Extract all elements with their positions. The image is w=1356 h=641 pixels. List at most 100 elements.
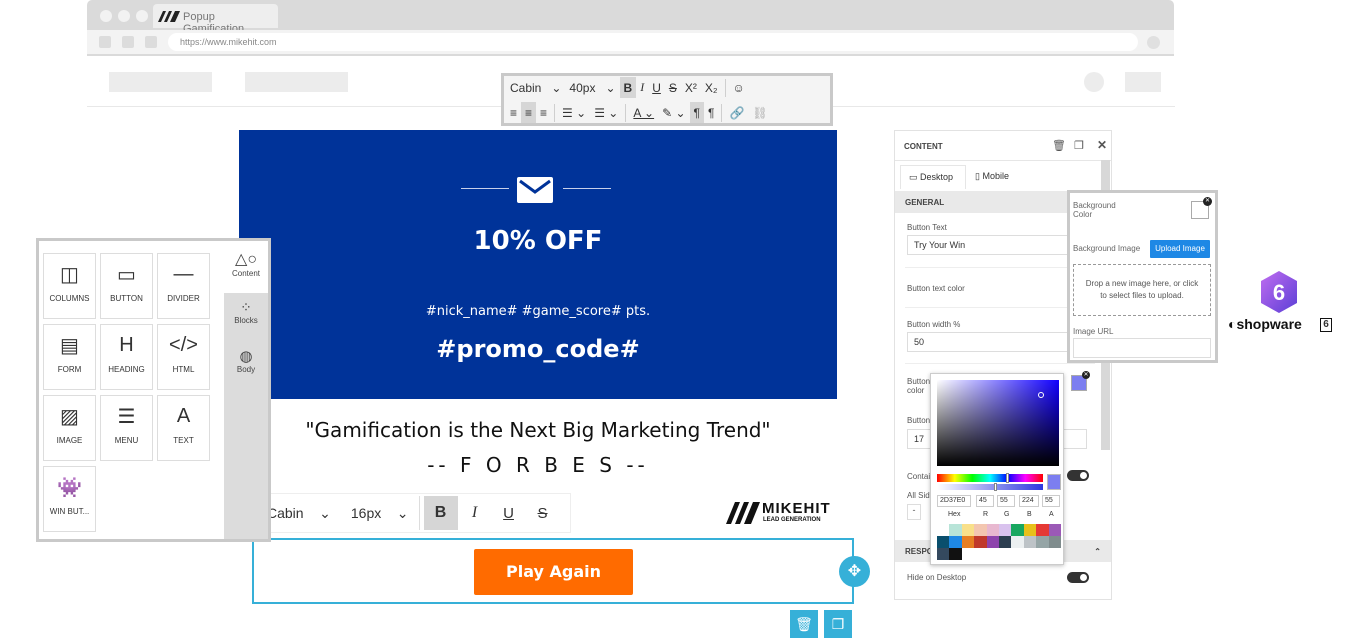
saturation-area[interactable]	[937, 380, 1059, 466]
color-swatch[interactable]	[961, 524, 975, 536]
align-center-icon[interactable]: ≡	[521, 102, 537, 123]
block-image[interactable]: ▨ IMAGE	[43, 395, 96, 461]
italic-icon[interactable]: I	[636, 77, 648, 98]
alpha-slider[interactable]	[937, 483, 1043, 491]
back-icon[interactable]	[99, 36, 111, 48]
hide-desktop-toggle[interactable]	[1067, 572, 1089, 583]
tab-desktop[interactable]: ▭ Desktop	[900, 165, 966, 189]
link-icon[interactable]: 🔗	[725, 102, 748, 123]
play-again-button[interactable]: Play Again	[474, 549, 633, 595]
superscript-icon[interactable]: X²	[681, 77, 701, 98]
trash-icon[interactable]: 🗑	[1052, 139, 1066, 152]
bullet-list-icon[interactable]: ☰ ⌄	[558, 102, 590, 123]
duplicate-icon[interactable]: ❐	[824, 610, 852, 638]
block-button[interactable]: ▭ BUTTON	[100, 253, 153, 319]
clear-bg-icon[interactable]: ✕	[1203, 197, 1212, 206]
align-right-icon[interactable]: ≡	[536, 102, 551, 123]
forward-icon[interactable]	[122, 36, 134, 48]
strikethrough-icon[interactable]: S	[665, 77, 681, 98]
color-swatch[interactable]	[998, 524, 1012, 536]
contain-toggle[interactable]	[1067, 470, 1089, 481]
italic-icon[interactable]: I	[458, 504, 492, 522]
ltr-icon[interactable]: ¶	[689, 102, 704, 123]
hue-slider[interactable]	[937, 473, 1043, 483]
copy-icon[interactable]: ❐	[1074, 139, 1084, 152]
close-icon[interactable]: ✕	[1097, 138, 1107, 152]
r-input[interactable]: 45	[976, 495, 994, 507]
window-close-dot[interactable]	[100, 10, 112, 22]
color-swatch[interactable]	[937, 536, 950, 548]
color-swatch[interactable]	[937, 524, 950, 536]
tab-blocks[interactable]: ⁘ Blocks	[224, 299, 268, 325]
minus-stepper[interactable]: -	[907, 504, 921, 520]
block-html[interactable]: </> HTML	[157, 324, 210, 390]
font-select[interactable]: Cabin ⌄	[506, 77, 565, 98]
block-win-but[interactable]: 👾 WIN BUT...	[43, 466, 96, 532]
color-swatch[interactable]	[1011, 536, 1024, 548]
align-left-icon[interactable]: ≡	[506, 102, 521, 123]
color-swatch[interactable]	[1023, 524, 1037, 536]
color-swatch[interactable]	[937, 548, 950, 560]
rtl-icon[interactable]: ¶	[704, 102, 718, 123]
color-swatch[interactable]	[1036, 524, 1049, 536]
clear-color-icon[interactable]: ✕	[1082, 371, 1090, 379]
emoji-icon[interactable]: ☺	[729, 77, 749, 98]
block-menu[interactable]: ☰ MENU	[100, 395, 153, 461]
tab-body[interactable]: ◍ Body	[224, 347, 268, 374]
browser-tab[interactable]: Popup Gamification	[153, 4, 278, 35]
upload-image-button[interactable]: Upload Image	[1150, 240, 1210, 258]
color-swatch[interactable]	[974, 524, 987, 536]
tab-mobile[interactable]: ▯ Mobile	[975, 171, 1009, 182]
color-swatch[interactable]	[986, 536, 999, 548]
highlight-icon[interactable]: ✎ ⌄	[658, 102, 689, 123]
alpha-handle[interactable]	[994, 483, 997, 491]
text-color-icon[interactable]: A ⌄	[629, 102, 658, 123]
color-swatch[interactable]	[986, 524, 999, 536]
bold-icon[interactable]: B	[619, 77, 637, 98]
b-input[interactable]: 224	[1019, 495, 1039, 507]
tab-content[interactable]: △○ Content	[224, 241, 268, 293]
block-text[interactable]: A TEXT	[157, 395, 210, 461]
window-minimize-dot[interactable]	[118, 10, 130, 22]
block-divider[interactable]: — DIVIDER	[157, 253, 210, 319]
a-input[interactable]: 55	[1042, 495, 1060, 507]
color-cursor[interactable]	[1038, 392, 1044, 398]
color-swatch[interactable]	[1011, 524, 1024, 536]
underline-icon[interactable]: U	[648, 77, 665, 98]
hex-input[interactable]: 2D37E0	[937, 495, 971, 507]
bold-icon[interactable]: B	[423, 496, 458, 530]
color-swatch[interactable]	[1048, 524, 1061, 536]
button-block-selected[interactable]: Play Again	[252, 538, 854, 604]
size-select[interactable]: 16px ⌄	[341, 505, 419, 522]
hue-handle[interactable]	[1006, 473, 1009, 483]
button-text-input[interactable]: Try Your Win	[907, 235, 1075, 255]
block-form[interactable]: ▤ FORM	[43, 324, 96, 390]
color-swatch[interactable]	[974, 536, 987, 548]
g-input[interactable]: 55	[997, 495, 1015, 507]
color-swatch[interactable]	[1023, 536, 1037, 548]
color-swatch[interactable]	[961, 548, 975, 560]
numbered-list-icon[interactable]: ☰ ⌄	[590, 102, 622, 123]
underline-icon[interactable]: U	[492, 505, 526, 522]
color-swatch[interactable]	[949, 548, 962, 560]
color-swatch[interactable]	[961, 536, 975, 548]
color-swatch[interactable]	[1036, 536, 1049, 548]
color-swatch[interactable]	[998, 536, 1012, 548]
reload-icon[interactable]	[145, 36, 157, 48]
color-swatch[interactable]	[949, 524, 962, 536]
unlink-icon[interactable]: ⛓	[748, 102, 771, 123]
url-bar[interactable]: https://www.mikehit.com	[168, 33, 1138, 51]
browser-menu-icon[interactable]	[1147, 36, 1160, 49]
move-icon[interactable]: ✥	[839, 556, 870, 587]
size-select[interactable]: 40px ⌄	[565, 77, 619, 98]
block-heading[interactable]: H HEADING	[100, 324, 153, 390]
image-dropzone[interactable]: Drop a new image here, or click to selec…	[1073, 264, 1211, 316]
subscript-icon[interactable]: X₂	[701, 77, 722, 98]
color-swatch[interactable]	[949, 536, 962, 548]
button-width-input[interactable]: 50	[907, 332, 1075, 352]
window-maximize-dot[interactable]	[136, 10, 148, 22]
promo-hero[interactable]: 10% OFF #nick_name# #game_score# pts. #p…	[239, 130, 837, 399]
strikethrough-icon[interactable]: S	[526, 505, 560, 522]
color-swatch[interactable]	[1048, 536, 1061, 548]
image-url-input[interactable]	[1073, 338, 1211, 358]
